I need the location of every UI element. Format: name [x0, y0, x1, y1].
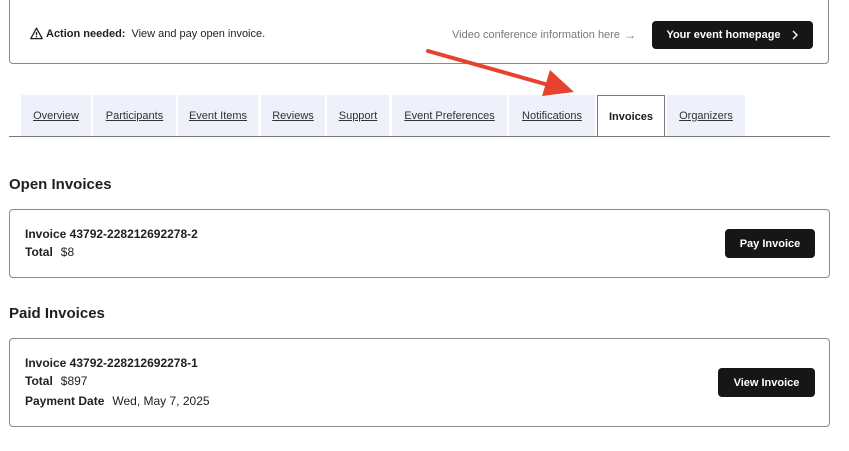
video-conference-link[interactable]: Video conference information here → — [452, 28, 636, 42]
action-needed-message: Action needed: View and pay open invoice… — [30, 27, 265, 40]
action-needed-text: View and pay open invoice. — [131, 27, 266, 40]
payment-date-label: Payment Date — [25, 394, 105, 408]
tab-divider — [9, 136, 830, 137]
tab-invoices[interactable]: Invoices — [597, 95, 665, 137]
open-invoice-total: Total $8 — [25, 245, 74, 259]
paid-invoice-total: Total $897 — [25, 374, 87, 388]
open-invoice-title: Invoice 43792-228212692278-2 — [25, 227, 198, 241]
pay-invoice-button[interactable]: Pay Invoice — [725, 229, 815, 258]
arrow-right-icon: → — [623, 28, 636, 42]
tab-event-items[interactable]: Event Items — [178, 95, 258, 136]
paid-invoice-card: Invoice 43792-228212692278-1 Total $897 P… — [9, 338, 830, 427]
event-homepage-button-label: Your event homepage — [666, 29, 781, 41]
video-conference-link-text: Video conference information here — [452, 29, 620, 41]
tab-event-preferences[interactable]: Event Preferences — [392, 95, 507, 136]
paid-invoices-heading: Paid Invoices — [9, 305, 105, 322]
paid-invoice-title: Invoice 43792-228212692278-1 — [25, 356, 198, 370]
open-invoice-total-value: $8 — [60, 245, 75, 259]
tab-participants[interactable]: Participants — [93, 95, 176, 136]
paid-invoice-payment-date: Payment Date Wed, May 7, 2025 — [25, 394, 210, 408]
tab-support[interactable]: Support — [327, 95, 389, 136]
payment-date-value: Wed, May 7, 2025 — [112, 394, 210, 408]
warning-triangle-icon — [30, 27, 43, 40]
open-invoice-card: Invoice 43792-228212692278-2 Total $8 Pay… — [9, 209, 830, 278]
paid-invoice-total-value: $897 — [60, 374, 88, 388]
tab-reviews[interactable]: Reviews — [261, 95, 325, 136]
view-invoice-button[interactable]: View Invoice — [718, 368, 815, 397]
open-invoices-heading: Open Invoices — [9, 176, 112, 193]
open-invoice-total-label: Total — [25, 245, 53, 259]
paid-invoice-total-label: Total — [25, 374, 53, 388]
action-needed-label: Action needed: — [46, 27, 126, 40]
tab-organizers[interactable]: Organizers — [667, 95, 745, 136]
tab-overview[interactable]: Overview — [21, 95, 91, 136]
event-homepage-button[interactable]: Your event homepage — [652, 21, 813, 49]
tab-notifications[interactable]: Notifications — [509, 95, 595, 136]
red-arrow-head — [542, 70, 574, 96]
action-banner: Action needed: View and pay open invoice… — [9, 0, 829, 64]
chevron-right-icon — [791, 30, 799, 40]
